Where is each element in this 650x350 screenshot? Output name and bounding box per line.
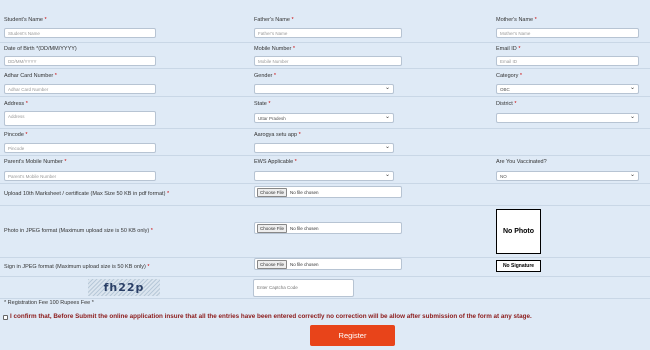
dob-input[interactable]: DD/MM/YYYY (4, 56, 156, 66)
student-name-label: Student's Name * (4, 17, 47, 23)
photo-preview: No Photo (496, 209, 541, 254)
state-label: State * (254, 101, 271, 107)
aarogya-label: Aarogya setu app * (254, 132, 301, 138)
vaccinated-label: Are You Vaccinated? (496, 159, 547, 165)
photo-label: Photo in JPEG format (Maximum upload siz… (4, 228, 153, 234)
state-select[interactable]: Uttar Pradesh ⌄ (254, 113, 394, 123)
chevron-down-icon: ⌄ (629, 172, 635, 178)
category-label: Category * (496, 73, 522, 79)
fee-note: * Registration Fee 100 Rupees Fee * (4, 300, 94, 306)
address-textarea[interactable]: Address (4, 111, 156, 126)
dob-label: Date of Birth *(DD/MM/YYYY) (4, 46, 77, 52)
confirm-checkbox[interactable] (3, 315, 8, 320)
parent-mobile-label: Parent's Mobile Number * (4, 159, 67, 165)
chevron-down-icon: ⌄ (629, 85, 635, 91)
no-file-text: No file chosen (290, 225, 319, 231)
pincode-label: Pincode * (4, 132, 28, 138)
signature-preview: No Signature (496, 260, 541, 272)
confirm-text: I confirm that, Before Submit the online… (10, 313, 532, 320)
email-label: Email ID * (496, 46, 521, 52)
no-file-text: No file chosen (290, 189, 319, 195)
district-label: District * (496, 101, 517, 107)
marksheet-file-input[interactable]: Choose File No file chosen (254, 186, 402, 198)
mother-name-label: Mother's Name * (496, 17, 537, 23)
chevron-down-icon: ⌄ (384, 114, 390, 120)
chevron-down-icon: ⌄ (384, 85, 390, 91)
aarogya-select[interactable]: ⌄ (254, 143, 394, 153)
parent-mobile-input[interactable]: Parent's Mobile Number (4, 171, 156, 181)
sign-file-input[interactable]: Choose File No file chosen (254, 258, 402, 270)
sign-label: Sign in JPEG format (Maximum upload size… (4, 264, 150, 270)
category-select[interactable]: OBC ⌄ (496, 84, 639, 94)
gender-label: Gender * (254, 73, 277, 79)
mobile-label: Mobile Number * (254, 46, 295, 52)
row-names (0, 10, 650, 43)
register-button[interactable]: Register (310, 325, 395, 346)
gender-select[interactable]: ⌄ (254, 84, 394, 94)
father-name-input[interactable]: Father's Name (254, 28, 402, 38)
ews-label: EWS Applicable * (254, 159, 297, 165)
chevron-down-icon: ⌄ (384, 172, 390, 178)
adhar-label: Adhar Card Number * (4, 73, 57, 79)
choose-file-button[interactable]: Choose File (257, 187, 288, 197)
email-input[interactable]: Email ID (496, 56, 639, 66)
student-name-input[interactable]: Student's Name (4, 28, 156, 38)
chevron-down-icon: ⌄ (629, 114, 635, 120)
adhar-input[interactable]: Adhar Card Number (4, 84, 156, 94)
mother-name-input[interactable]: Mother's Name (496, 28, 639, 38)
district-select[interactable]: ⌄ (496, 113, 639, 123)
pincode-input[interactable]: Pincode (4, 143, 156, 153)
chevron-down-icon: ⌄ (384, 144, 390, 150)
choose-file-button[interactable]: Choose File (257, 223, 288, 233)
vaccinated-select[interactable]: NO ⌄ (496, 171, 639, 181)
mobile-input[interactable]: Mobile Number (254, 56, 402, 66)
captcha-input[interactable]: Enter Captcha Code (253, 279, 354, 297)
marksheet-label: Upload 10th Marksheet / certificate (Max… (4, 191, 170, 197)
photo-file-input[interactable]: Choose File No file chosen (254, 222, 402, 234)
ews-select[interactable]: ⌄ (254, 171, 394, 181)
no-file-text: No file chosen (290, 261, 319, 267)
choose-file-button[interactable]: Choose File (257, 259, 288, 269)
address-label: Address * (4, 101, 28, 107)
father-name-label: Father's Name * (254, 17, 294, 23)
captcha-image: fh22p (88, 279, 160, 296)
